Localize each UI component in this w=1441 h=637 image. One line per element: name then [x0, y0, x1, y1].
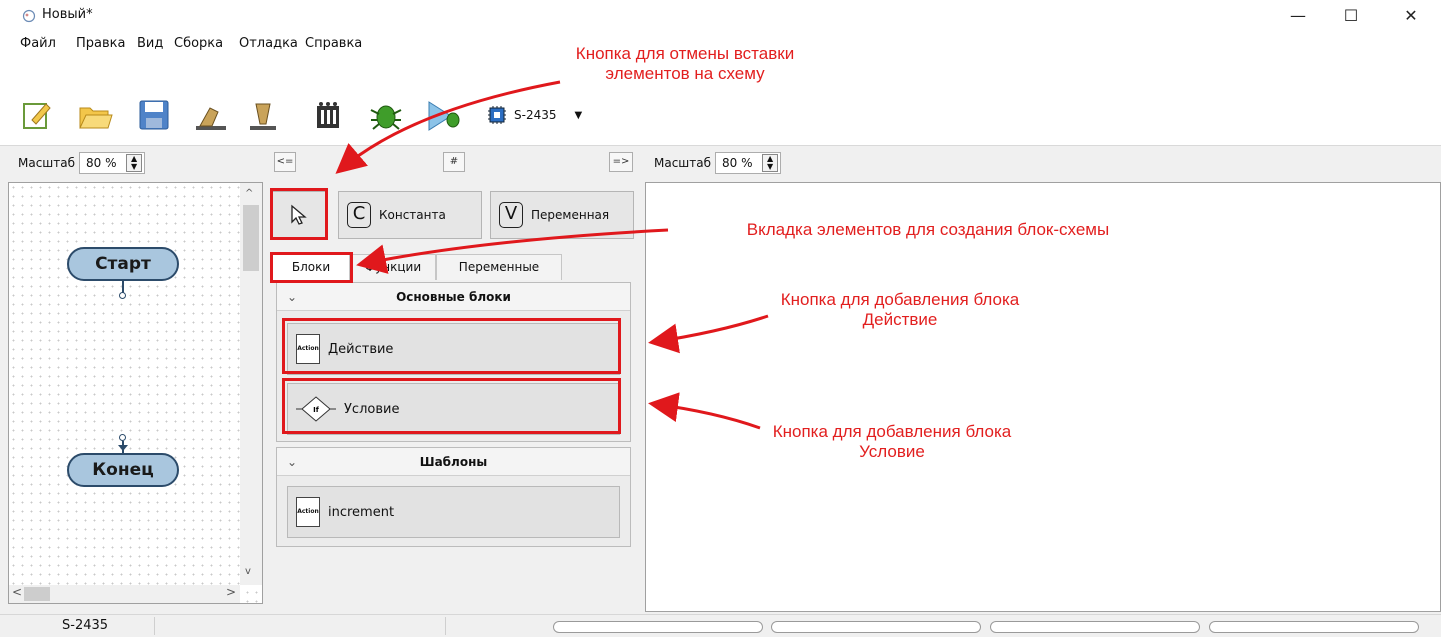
nav-back-button[interactable]: <= [274, 152, 296, 172]
right-scale-control: Масштаб 80 % ▲ ▼ [654, 147, 782, 179]
menu-help[interactable]: Справка [305, 36, 362, 51]
menu-edit[interactable]: Правка [76, 36, 125, 51]
status-device: S-2435 [62, 618, 109, 633]
app-window: { "window": { "title": "Новый*", "minimi… [0, 0, 1441, 637]
right-scale-value: 80 % [722, 156, 753, 170]
status-progress [1209, 621, 1419, 633]
chip-icon[interactable] [309, 96, 347, 134]
variable-label: Переменная [531, 208, 610, 222]
menu-build[interactable]: Сборка [174, 36, 223, 51]
annotation-add-condition: Кнопка для добавления блока Условие [772, 422, 1012, 461]
status-progress [990, 621, 1200, 633]
chevron-down-icon: ▼ [574, 109, 583, 121]
basic-blocks-title: Основные блоки [396, 290, 511, 304]
highlight-action-button [282, 318, 621, 374]
action-icon: Action [296, 497, 320, 527]
spin-arrows-icon[interactable]: ▲ ▼ [126, 154, 143, 172]
maximize-button[interactable]: ☐ [1331, 6, 1371, 28]
status-divider [154, 617, 155, 635]
constant-button[interactable]: C Константа [338, 191, 482, 239]
connector-dot[interactable] [119, 292, 126, 299]
constant-icon: C [347, 202, 371, 228]
device-select-label: S-2435 [514, 108, 557, 122]
status-progress [771, 621, 981, 633]
vertical-scroll-thumb[interactable] [243, 205, 259, 271]
templates-header[interactable]: ⌄ Шаблоны [277, 448, 630, 476]
chevron-down-icon[interactable]: ⌄ [287, 448, 297, 476]
tab-variables[interactable]: Переменные [436, 254, 562, 280]
end-block[interactable]: Конец [67, 453, 179, 487]
right-scale-label: Масштаб [654, 156, 712, 170]
left-scale-control: Масштаб 80 % ▲ ▼ [18, 147, 146, 179]
templates-title: Шаблоны [419, 455, 488, 469]
run-debug-icon[interactable] [425, 96, 463, 134]
nav-center-button[interactable]: # [443, 152, 465, 172]
nav-forward-button[interactable]: => [609, 152, 633, 172]
minimize-button[interactable]: — [1278, 6, 1318, 28]
increment-template-button[interactable]: Action increment [287, 486, 620, 538]
templates-group: ⌄ Шаблоны Action increment [276, 447, 631, 547]
annotation-cancel-insert: Кнопка для отмены вставки элементов на с… [575, 44, 795, 83]
menu-view[interactable]: Вид [137, 36, 163, 51]
scroll-up-icon[interactable]: ^ [245, 188, 253, 199]
scroll-left-icon[interactable]: < [12, 585, 22, 599]
basic-blocks-header[interactable]: ⌄ Основные блоки [277, 283, 630, 311]
title-bar: Новый* — ☐ ✕ [0, 0, 1441, 32]
save-icon[interactable] [135, 96, 173, 134]
tab-functions[interactable]: Функции [350, 254, 436, 280]
status-progress [553, 621, 763, 633]
left-scale-value: 80 % [86, 156, 117, 170]
highlight-pointer-button [270, 188, 328, 240]
flowchart-canvas-right[interactable] [645, 182, 1441, 612]
annotation-add-action: Кнопка для добавления блока Действие [780, 290, 1020, 329]
device-select[interactable]: S-2435 ▼ [486, 102, 582, 128]
app-icon [22, 9, 36, 23]
left-scale-label: Масштаб [18, 156, 76, 170]
close-button[interactable]: ✕ [1391, 6, 1431, 28]
horizontal-scroll-thumb[interactable] [24, 587, 50, 601]
highlight-blocks-tab [270, 252, 353, 283]
status-divider [445, 617, 446, 635]
right-scale-spinbox[interactable]: 80 % ▲ ▼ [715, 152, 782, 174]
spin-arrows-icon[interactable]: ▲ ▼ [762, 154, 779, 172]
menu-debug[interactable]: Отладка [239, 36, 298, 51]
upload-icon[interactable] [192, 96, 230, 134]
increment-label: increment [328, 504, 395, 520]
menu-file[interactable]: Файл [20, 36, 56, 51]
connector-dot[interactable] [119, 434, 126, 441]
debug-bug-icon[interactable] [367, 96, 405, 134]
window-title: Новый* [42, 7, 93, 22]
highlight-condition-button [282, 378, 621, 434]
device-chip-icon [488, 106, 506, 124]
annotation-elements-tab: Вкладка элементов для создания блок-схем… [746, 220, 1110, 239]
constant-label: Константа [379, 208, 446, 222]
arrow-down-icon [118, 445, 128, 451]
chevron-down-icon[interactable]: ⌄ [287, 283, 297, 311]
status-bar: S-2435 [0, 614, 1441, 637]
variable-button[interactable]: V Переменная [490, 191, 634, 239]
open-folder-icon[interactable] [76, 96, 114, 134]
left-scale-spinbox[interactable]: 80 % ▲ ▼ [79, 152, 146, 174]
new-file-icon[interactable] [18, 96, 56, 134]
variable-icon: V [499, 202, 523, 228]
scroll-right-icon[interactable]: > [226, 585, 236, 599]
start-block[interactable]: Старт [67, 247, 179, 281]
scroll-down-icon[interactable]: v [245, 566, 251, 577]
flowchart-canvas-left[interactable] [8, 182, 263, 604]
download-icon[interactable] [244, 96, 282, 134]
